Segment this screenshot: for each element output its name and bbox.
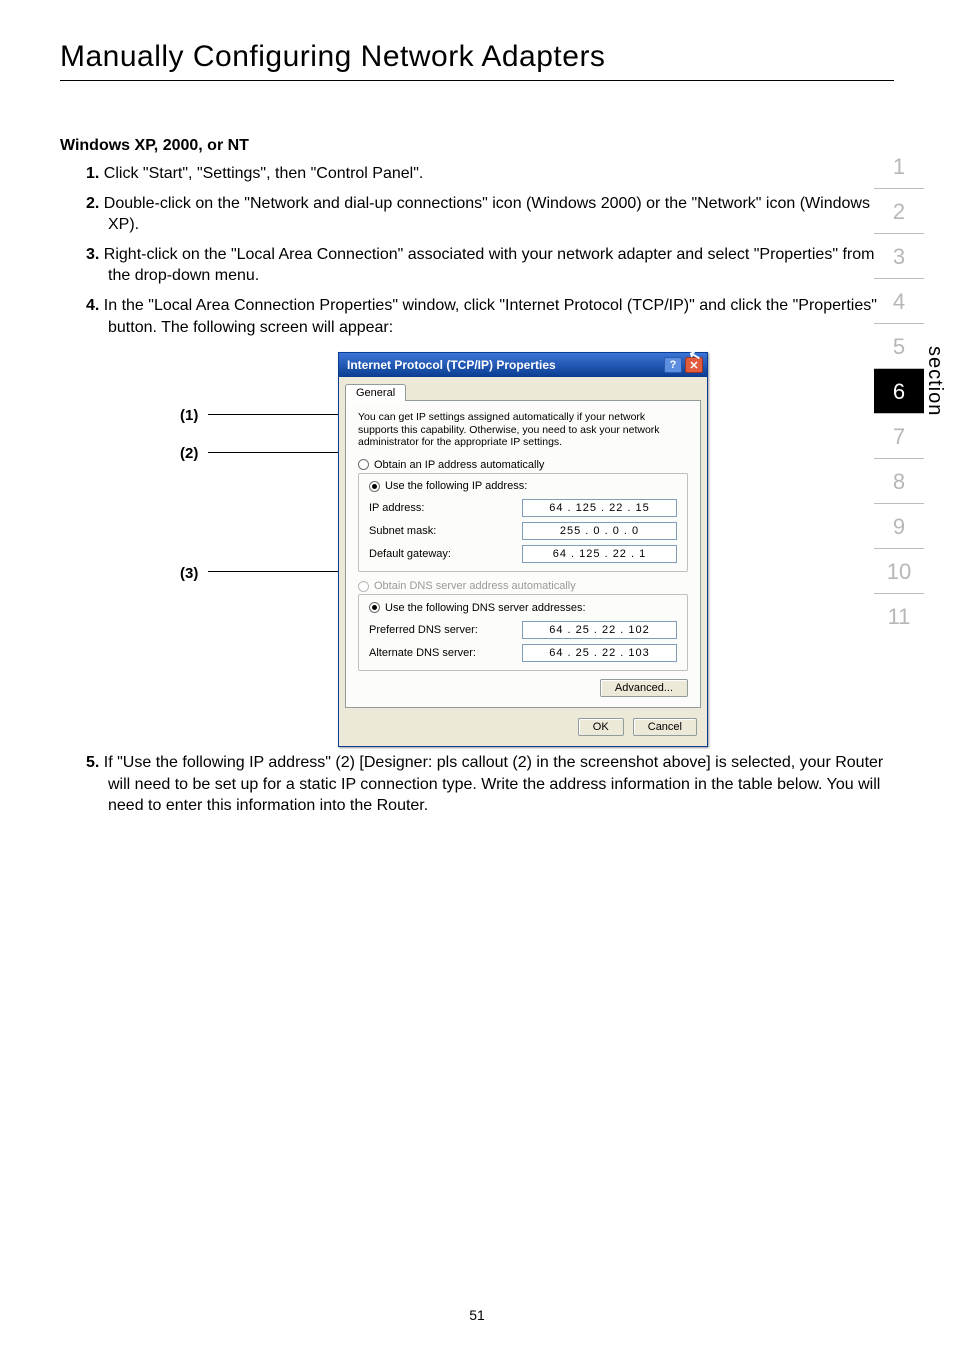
dns-group: Use the following DNS server addresses: … — [358, 594, 688, 671]
help-button[interactable]: ? — [664, 357, 682, 373]
radio-obtain-ip[interactable]: Obtain an IP address automatically — [358, 459, 688, 471]
step-3-text: Right-click on the "Local Area Connectio… — [99, 246, 874, 285]
alternate-dns-label: Alternate DNS server: — [369, 647, 476, 659]
callout-1-line — [208, 414, 340, 415]
section-1[interactable]: 1 — [874, 144, 924, 189]
cancel-button[interactable]: Cancel — [633, 718, 697, 736]
step-2: 2. Double-click on the "Network and dial… — [60, 193, 894, 236]
titlebar[interactable]: Internet Protocol (TCP/IP) Properties ↖ … — [339, 353, 707, 377]
callout-3: (3) — [180, 566, 198, 581]
step-1: 1. Click "Start", "Settings", then "Cont… — [60, 163, 894, 185]
radio-use-ip-label: Use the following IP address: — [385, 480, 527, 492]
callout-3-line — [208, 571, 340, 572]
ip-address-label: IP address: — [369, 502, 424, 514]
section-7[interactable]: 7 — [874, 414, 924, 459]
radio-use-ip[interactable]: Use the following IP address: — [365, 480, 531, 492]
tab-panel: You can get IP settings assigned automat… — [345, 400, 701, 708]
tcpip-properties-dialog: Internet Protocol (TCP/IP) Properties ↖ … — [338, 352, 708, 747]
radio-use-dns-label: Use the following DNS server addresses: — [385, 602, 586, 614]
step-2-num: 2. — [86, 195, 99, 212]
step-5-text: If "Use the following IP address" (2) [D… — [99, 754, 883, 814]
step-4-num: 4. — [86, 297, 99, 314]
callout-2-line — [208, 452, 340, 453]
default-gateway-label: Default gateway: — [369, 548, 451, 560]
step-4: 4. In the "Local Area Connection Propert… — [60, 295, 894, 338]
tabstrip: General — [339, 377, 707, 400]
section-5[interactable]: 5 — [874, 324, 924, 369]
os-subheading: Windows XP, 2000, or NT — [60, 137, 894, 155]
ip-group: Use the following IP address: IP address… — [358, 473, 688, 573]
section-11[interactable]: 11 — [874, 594, 924, 638]
ok-button[interactable]: OK — [578, 718, 624, 736]
dialog-title: Internet Protocol (TCP/IP) Properties — [347, 358, 556, 372]
step-1-text: Click "Start", "Settings", then "Control… — [99, 165, 423, 182]
ip-address-field[interactable]: 64 . 125 . 22 . 15 — [522, 499, 677, 517]
steps-list-cont: 5. If "Use the following IP address" (2)… — [60, 752, 894, 817]
section-nav: 1 2 3 4 5 6 7 8 9 10 11 — [874, 144, 924, 638]
radio-icon — [358, 459, 369, 470]
section-2[interactable]: 2 — [874, 189, 924, 234]
section-4[interactable]: 4 — [874, 279, 924, 324]
preferred-dns-label: Preferred DNS server: — [369, 624, 478, 636]
callout-1: (1) — [180, 408, 198, 423]
page-number: 51 — [0, 1307, 954, 1323]
subnet-mask-label: Subnet mask: — [369, 525, 436, 537]
section-6[interactable]: 6 — [874, 369, 924, 414]
dialog-description: You can get IP settings assigned automat… — [358, 411, 688, 449]
step-2-text: Double-click on the "Network and dial-up… — [99, 195, 870, 234]
section-label: section — [923, 346, 946, 416]
radio-icon — [369, 481, 380, 492]
section-9[interactable]: 9 — [874, 504, 924, 549]
radio-obtain-dns: Obtain DNS server address automatically — [358, 580, 688, 592]
section-10[interactable]: 10 — [874, 549, 924, 594]
step-4-text: In the "Local Area Connection Properties… — [99, 297, 877, 336]
radio-icon — [369, 602, 380, 613]
radio-obtain-dns-label: Obtain DNS server address automatically — [374, 580, 576, 592]
radio-icon — [358, 581, 369, 592]
default-gateway-field[interactable]: 64 . 125 . 22 . 1 — [522, 545, 677, 563]
advanced-button[interactable]: Advanced... — [600, 679, 688, 697]
subnet-mask-field[interactable]: 255 . 0 . 0 . 0 — [522, 522, 677, 540]
alternate-dns-field[interactable]: 64 . 25 . 22 . 103 — [522, 644, 677, 662]
step-1-num: 1. — [86, 165, 99, 182]
section-8[interactable]: 8 — [874, 459, 924, 504]
radio-obtain-ip-label: Obtain an IP address automatically — [374, 459, 544, 471]
section-3[interactable]: 3 — [874, 234, 924, 279]
preferred-dns-field[interactable]: 64 . 25 . 22 . 102 — [522, 621, 677, 639]
page-title: Manually Configuring Network Adapters — [60, 40, 894, 74]
steps-list: 1. Click "Start", "Settings", then "Cont… — [60, 163, 894, 338]
dialog-area: (1) (2) (3) Internet Protocol (TCP/IP) P… — [60, 352, 894, 742]
radio-use-dns[interactable]: Use the following DNS server addresses: — [365, 602, 590, 614]
title-rule — [60, 80, 894, 81]
tab-general[interactable]: General — [345, 384, 406, 401]
step-5: 5. If "Use the following IP address" (2)… — [60, 752, 894, 817]
step-3: 3. Right-click on the "Local Area Connec… — [60, 244, 894, 287]
step-3-num: 3. — [86, 246, 99, 263]
step-5-num: 5. — [86, 754, 99, 771]
callout-2: (2) — [180, 446, 198, 461]
